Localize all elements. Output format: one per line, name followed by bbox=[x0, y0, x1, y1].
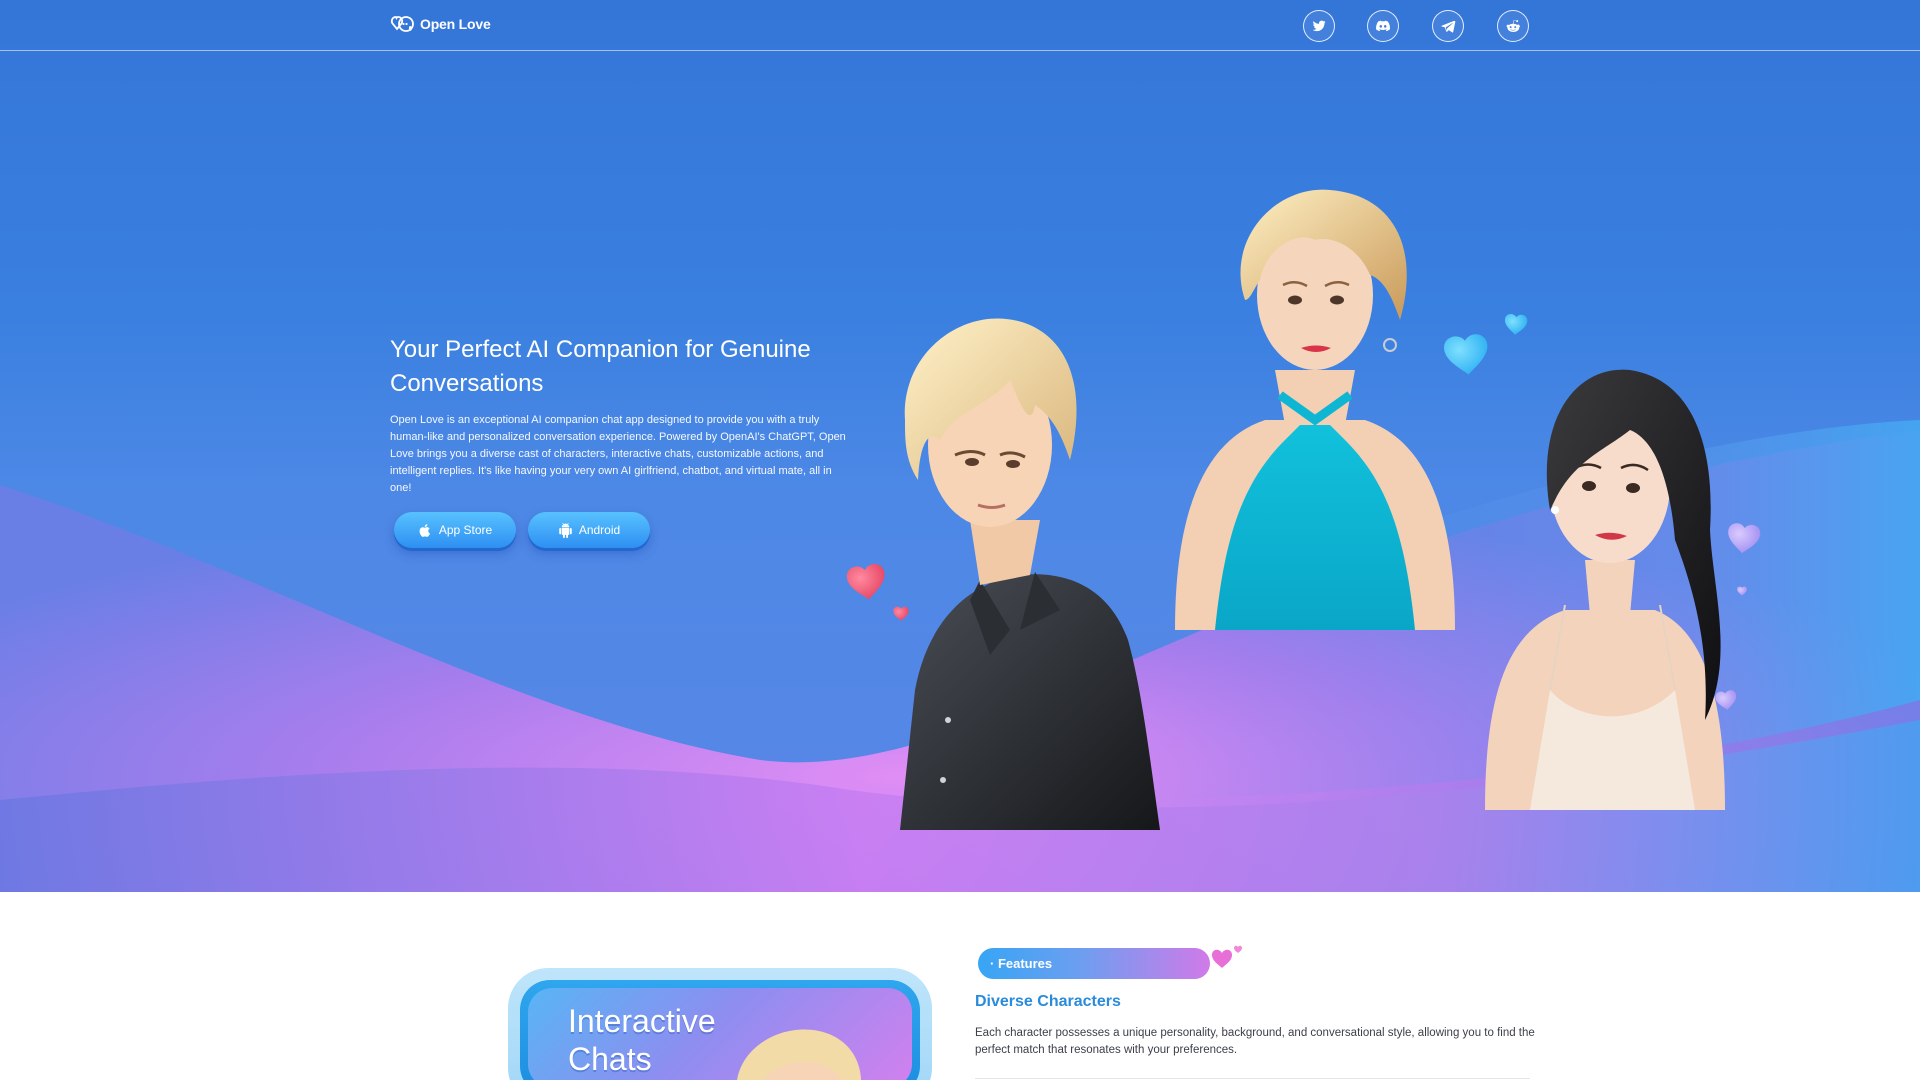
feature-divider bbox=[975, 1078, 1530, 1079]
app-store-button[interactable]: App Store bbox=[394, 512, 516, 548]
feature-title: Diverse Characters bbox=[975, 993, 1121, 1010]
android-label: Android bbox=[578, 523, 621, 537]
brand-name: Open Love bbox=[420, 16, 491, 32]
download-buttons: App Store Android bbox=[394, 512, 850, 548]
twitter-button[interactable] bbox=[1303, 10, 1335, 42]
promo-title: Interactive Chats bbox=[568, 1003, 716, 1077]
promo-screen: Interactive Chats bbox=[528, 988, 912, 1080]
app-store-label: App Store bbox=[438, 523, 493, 537]
features-badge: · Features bbox=[978, 948, 1210, 979]
male-character-illustration bbox=[900, 318, 1160, 830]
discord-button[interactable] bbox=[1367, 10, 1399, 42]
blonde-character-illustration bbox=[1175, 189, 1455, 630]
promo-frame: Interactive Chats bbox=[520, 980, 920, 1080]
discord-icon bbox=[1376, 20, 1390, 32]
heart-chat-logo-icon bbox=[390, 16, 414, 32]
hero-title: Your Perfect AI Companion for Genuine Co… bbox=[390, 336, 811, 397]
hero-section: Open Love Your Perfect AI Companion for … bbox=[0, 0, 1920, 892]
telegram-icon bbox=[1441, 20, 1456, 33]
brunette-character-illustration bbox=[1485, 369, 1725, 810]
reddit-icon bbox=[1506, 20, 1520, 32]
telegram-button[interactable] bbox=[1432, 10, 1464, 42]
interactive-chats-promo-card: Interactive Chats bbox=[508, 968, 932, 1080]
brand-logo[interactable]: Open Love bbox=[390, 14, 491, 34]
hero-description: Open Love is an exceptional AI companion… bbox=[390, 414, 846, 494]
android-button[interactable]: Android bbox=[528, 512, 650, 548]
top-navbar: Open Love bbox=[0, 0, 1920, 51]
twitter-icon bbox=[1312, 20, 1326, 32]
features-hearts-decoration bbox=[1212, 945, 1242, 968]
feature-description: Each character possesses a unique person… bbox=[975, 1027, 1535, 1056]
apple-icon bbox=[419, 523, 430, 537]
reddit-button[interactable] bbox=[1497, 10, 1529, 42]
promo-character-illustration bbox=[737, 1029, 861, 1080]
android-icon bbox=[559, 522, 572, 538]
hero-text-block: Your Perfect AI Companion for Genuine Co… bbox=[390, 333, 850, 548]
